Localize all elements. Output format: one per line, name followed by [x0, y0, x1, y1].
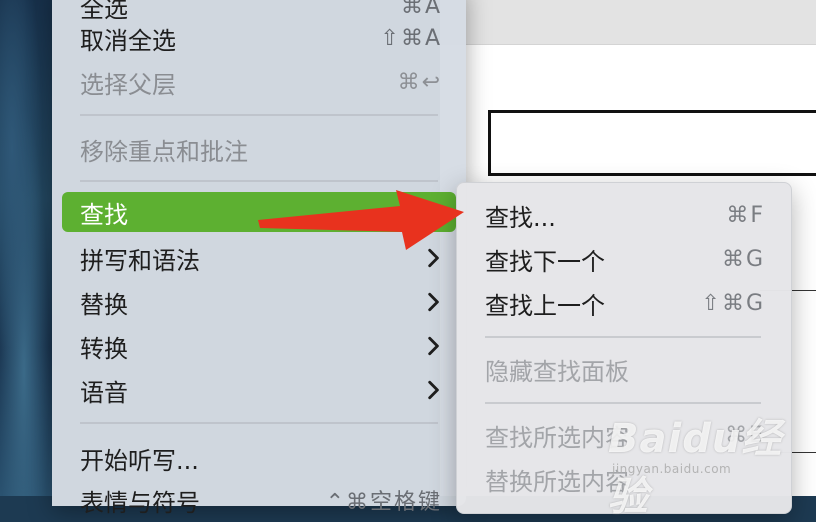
chevron-right-icon	[428, 336, 439, 356]
menu-item-label: 表情与符号	[80, 488, 200, 517]
menu-item-start-dictation[interactable]: 开始听写...	[62, 438, 456, 478]
find-submenu: 查找... ⌘F 查找下一个 ⌘G 查找上一个 ⇧⌘G 隐藏查找面板 查找所选内…	[456, 182, 792, 514]
submenu-item-hide-find-panel: 隐藏查找面板	[465, 349, 783, 389]
submenu-item-shortcut: ⌘E	[725, 422, 765, 448]
menu-item-label: 选择父层	[80, 70, 176, 99]
annotation-arrow-icon	[258, 190, 464, 250]
menu-item-shortcut: ⇧⌘A	[380, 25, 442, 51]
document-text-box[interactable]	[488, 110, 816, 176]
menu-item-shortcut: ⌃⌘空格键	[325, 490, 442, 515]
menu-item-shortcut: ⌘↩	[397, 69, 442, 95]
submenu-separator	[485, 402, 761, 404]
submenu-item-find-previous[interactable]: 查找上一个 ⇧⌘G	[465, 283, 783, 323]
menu-item-transformations[interactable]: 转换	[62, 326, 456, 366]
submenu-item-label: 隐藏查找面板	[485, 357, 629, 386]
submenu-item-shortcut: ⌘G	[721, 246, 765, 272]
submenu-separator	[485, 336, 761, 338]
submenu-item-label: 替换所选内容	[485, 467, 629, 496]
window-toolbar	[440, 0, 816, 45]
submenu-item-find-next[interactable]: 查找下一个 ⌘G	[465, 239, 783, 279]
menu-item-deselect-all[interactable]: 取消全选 ⇧⌘A	[62, 18, 456, 58]
submenu-item-shortcut: ⌘F	[726, 202, 765, 228]
menu-item-label: 开始听写...	[80, 446, 199, 475]
submenu-item-find-selection: 查找所选内容 ⌘E	[465, 415, 783, 455]
menu-item-label: 转换	[80, 334, 128, 363]
menu-separator	[80, 114, 438, 116]
menu-item-emoji-symbols[interactable]: 表情与符号 ⌃⌘空格键	[62, 480, 456, 520]
submenu-item-label: 查找所选内容	[485, 423, 629, 452]
submenu-item-shortcut: ⇧⌘G	[701, 290, 765, 316]
menu-item-select-parent: 选择父层 ⌘↩	[62, 62, 456, 102]
menu-item-label: 取消全选	[80, 26, 176, 55]
submenu-item-label: 查找下一个	[485, 247, 605, 276]
menu-item-label: 语音	[80, 378, 128, 407]
desktop-wallpaper	[0, 0, 60, 496]
submenu-item-label: 查找上一个	[485, 291, 605, 320]
chevron-right-icon	[428, 292, 439, 312]
menu-item-label: 替换	[80, 290, 128, 319]
menu-separator	[80, 422, 438, 424]
menu-item-substitutions[interactable]: 替换	[62, 282, 456, 322]
submenu-item-replace-selection: 替换所选内容	[465, 459, 783, 499]
menu-item-label: 移除重点和批注	[80, 137, 248, 166]
submenu-item-label: 查找...	[485, 203, 556, 232]
chevron-right-icon	[428, 380, 439, 400]
submenu-item-find[interactable]: 查找... ⌘F	[465, 195, 783, 235]
menu-item-shortcut: ⌘A	[400, 0, 442, 19]
menu-item-speech[interactable]: 语音	[62, 370, 456, 410]
menu-item-remove-highlights: 移除重点和批注	[62, 129, 456, 169]
